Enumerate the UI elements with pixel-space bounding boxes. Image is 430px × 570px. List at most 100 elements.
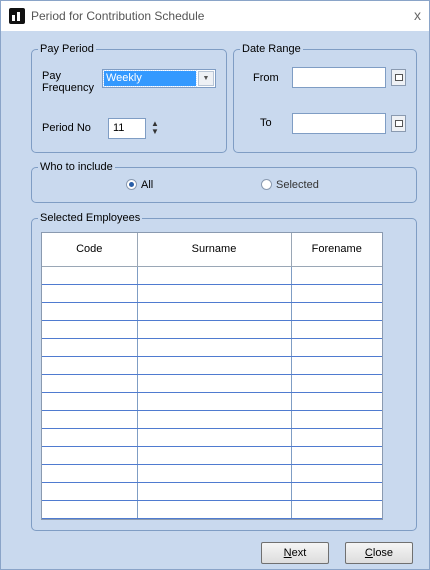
radio-all[interactable]: All [126,178,186,192]
table-row[interactable] [42,302,382,321]
table-cell[interactable] [137,284,292,303]
date-range-group: Date Range From To [233,43,417,153]
table-row[interactable] [42,410,382,429]
employees-grid[interactable]: Code Surname Forename [41,232,383,520]
table-cell[interactable] [291,284,382,303]
to-calendar-icon[interactable] [391,115,406,132]
column-header-surname[interactable]: Surname [137,233,292,267]
table-cell[interactable] [42,464,138,483]
table-cell[interactable] [42,482,138,501]
table-cell[interactable] [42,302,138,321]
table-cell[interactable] [42,284,138,303]
table-row[interactable] [42,374,382,393]
table-cell[interactable] [137,302,292,321]
pay-frequency-label-line1: Pay [42,70,61,82]
app-icon [9,8,25,24]
radio-selected-icon[interactable] [261,179,272,190]
pay-frequency-dropdown[interactable]: Weekly ▼ [102,69,216,88]
radio-all-label: All [141,179,154,191]
table-cell[interactable] [137,464,292,483]
who-to-include-group: Who to include All Selected [31,161,417,203]
table-row[interactable] [42,464,382,483]
table-row[interactable] [42,338,382,357]
period-no-input[interactable]: 11 [108,118,146,139]
table-cell[interactable] [137,428,292,447]
table-cell[interactable] [291,302,382,321]
selected-employees-legend: Selected Employees [38,212,143,224]
table-cell[interactable] [137,482,292,501]
table-cell[interactable] [137,392,292,411]
from-date-input[interactable] [292,67,386,88]
table-cell[interactable] [291,410,382,429]
table-row[interactable] [42,482,382,501]
close-button[interactable]: Close [345,542,413,564]
next-label-rest: ext [291,547,307,559]
table-cell[interactable] [137,374,292,393]
chevron-down-icon[interactable]: ▼ [198,71,214,86]
table-cell[interactable] [42,374,138,393]
table-row[interactable] [42,428,382,447]
table-cell[interactable] [291,446,382,465]
table-row[interactable] [42,266,382,285]
table-cell[interactable] [42,410,138,429]
radio-selected-label: Selected [276,179,319,191]
table-cell[interactable] [137,500,292,519]
table-row[interactable] [42,500,382,519]
title-bar[interactable]: Period for Contribution Schedule x [1,1,429,31]
table-cell[interactable] [42,338,138,357]
to-label: To [260,117,272,129]
table-cell[interactable] [137,266,292,285]
table-row[interactable] [42,284,382,303]
table-cell[interactable] [42,266,138,285]
date-range-legend: Date Range [240,43,303,55]
column-header-code[interactable]: Code [42,233,138,267]
period-no-label: Period No [42,122,91,134]
table-cell[interactable] [291,500,382,519]
table-cell[interactable] [291,356,382,375]
employees-table: Code Surname Forename [42,233,382,519]
employees-table-body [42,266,382,519]
table-row[interactable] [42,320,382,339]
table-cell[interactable] [291,266,382,285]
dialog-window: Period for Contribution Schedule x Pay P… [0,0,430,570]
table-cell[interactable] [291,374,382,393]
window-title: Period for Contribution Schedule [31,9,205,23]
table-cell[interactable] [137,320,292,339]
radio-selected[interactable]: Selected [261,178,341,192]
table-cell[interactable] [42,500,138,519]
table-cell[interactable] [291,464,382,483]
table-cell[interactable] [42,356,138,375]
radio-all-icon[interactable] [126,179,137,190]
table-row[interactable] [42,392,382,411]
table-cell[interactable] [42,392,138,411]
table-cell[interactable] [291,392,382,411]
table-cell[interactable] [42,428,138,447]
table-cell[interactable] [291,482,382,501]
table-row[interactable] [42,446,382,465]
from-label: From [253,72,279,84]
pay-period-group: Pay Period Pay Frequency Weekly ▼ Period… [31,43,227,153]
pay-frequency-value: Weekly [103,70,197,87]
table-header-row: Code Surname Forename [42,233,382,267]
table-cell[interactable] [291,320,382,339]
table-cell[interactable] [291,428,382,447]
close-mnemonic: C [364,547,373,559]
table-cell[interactable] [42,446,138,465]
table-cell[interactable] [137,338,292,357]
column-header-forename[interactable]: Forename [291,233,382,267]
table-cell[interactable] [137,410,292,429]
pay-period-legend: Pay Period [38,43,96,55]
pay-frequency-label-line2: Frequency [42,82,94,94]
close-icon[interactable]: x [414,7,421,23]
from-calendar-icon[interactable] [391,69,406,86]
table-row[interactable] [42,356,382,375]
close-label-rest: lose [372,547,394,559]
table-cell[interactable] [137,356,292,375]
table-cell[interactable] [137,446,292,465]
next-button[interactable]: Next [261,542,329,564]
who-to-include-legend: Who to include [38,161,115,173]
table-cell[interactable] [291,338,382,357]
table-cell[interactable] [42,320,138,339]
to-date-input[interactable] [292,113,386,134]
period-no-stepper-icon[interactable]: ▲ ▼ [149,120,161,140]
